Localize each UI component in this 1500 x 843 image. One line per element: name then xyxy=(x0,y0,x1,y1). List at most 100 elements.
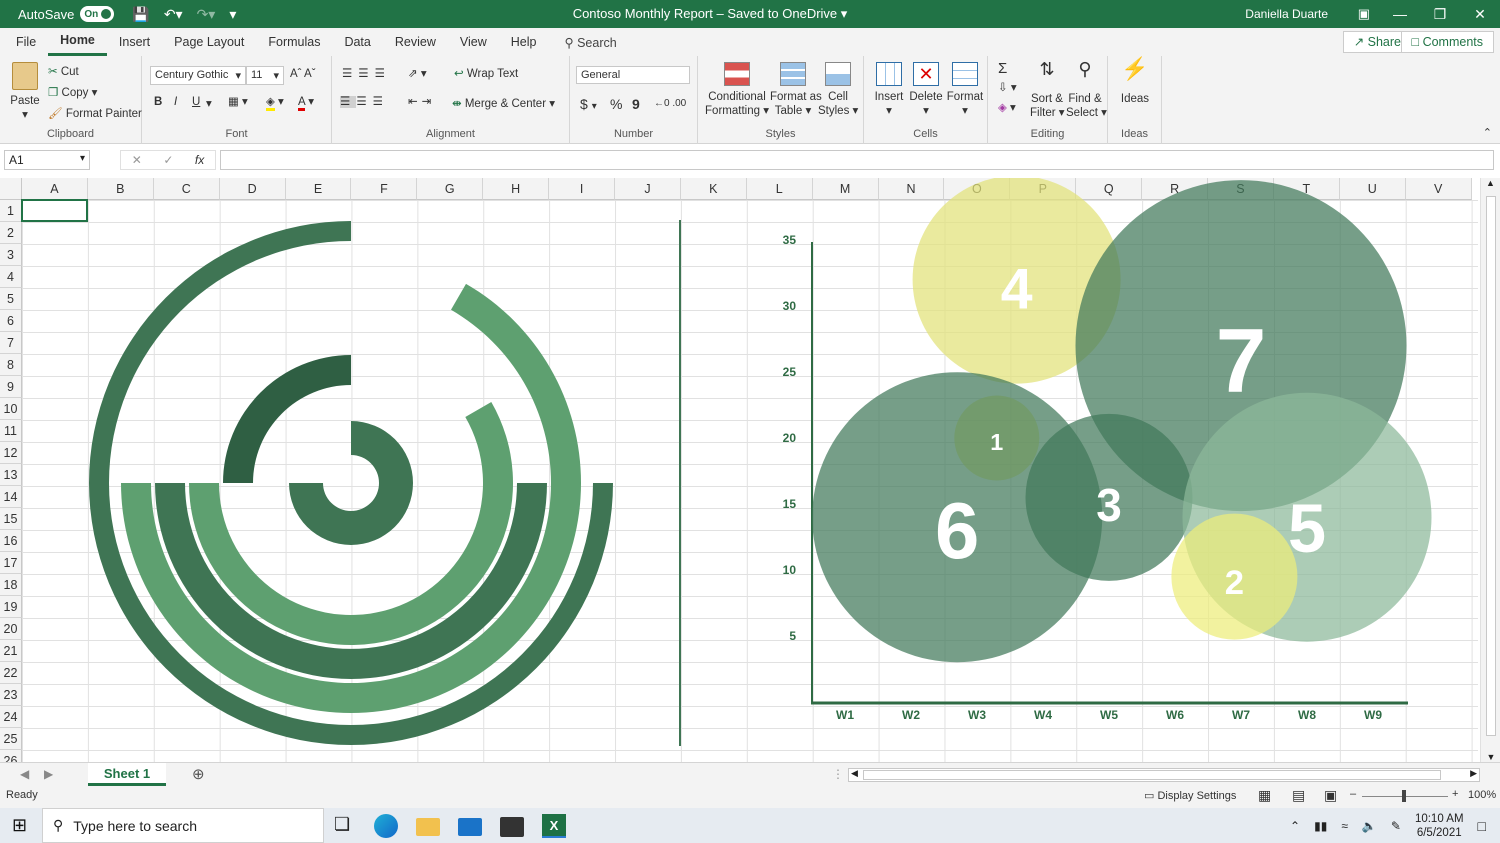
comments-button[interactable]: □ Comments xyxy=(1400,31,1494,53)
cancel-entry-icon[interactable]: ✕ xyxy=(132,153,142,167)
page-break-view-icon[interactable]: ▣ xyxy=(1324,787,1337,804)
undo-icon[interactable]: ↶▾ xyxy=(164,6,183,23)
tell-me-search[interactable]: ⚲ Search xyxy=(564,35,616,50)
tab-file[interactable]: File xyxy=(4,28,48,56)
indent-icons[interactable]: ⇤⇥ xyxy=(408,94,435,108)
ideas-button[interactable]: ⚡ Ideas xyxy=(1114,58,1156,106)
redo-icon[interactable]: ↷▾ xyxy=(197,6,216,23)
wrap-text-button[interactable]: ↩ Wrap Text xyxy=(454,66,518,80)
name-box[interactable]: A1 ▾ xyxy=(4,150,90,170)
currency-button[interactable]: $ ▾ xyxy=(580,96,597,112)
underline-dropdown-icon[interactable]: ▾ xyxy=(206,96,212,110)
restore-icon[interactable]: ❐ xyxy=(1420,0,1460,28)
zoom-level[interactable]: 100% xyxy=(1468,789,1496,801)
fill-icon[interactable]: ⇩ ▾ xyxy=(998,80,1017,94)
volume-icon[interactable]: 🔈 xyxy=(1362,819,1377,833)
sort-filter-button[interactable]: ⇅ Sort & Filter ▾ xyxy=(1030,60,1065,120)
store-icon[interactable] xyxy=(500,817,524,837)
horizontal-scroll-thumb[interactable] xyxy=(863,770,1441,780)
font-family-select[interactable]: Century Gothic ▾ xyxy=(150,66,246,85)
zoom-in-icon[interactable]: + xyxy=(1452,788,1458,800)
orientation-icon[interactable]: ⇗ ▾ xyxy=(408,66,427,80)
edge-icon[interactable] xyxy=(374,814,398,838)
underline-button[interactable]: U xyxy=(192,96,200,108)
clear-icon[interactable]: ◈ ▾ xyxy=(998,100,1016,114)
zoom-slider-thumb[interactable] xyxy=(1402,790,1406,802)
sheet-tab-sheet1[interactable]: Sheet 1 xyxy=(88,763,166,786)
number-format-select[interactable]: General xyxy=(576,66,690,84)
collapse-ribbon-icon[interactable]: ⌃ xyxy=(1483,126,1492,139)
scroll-up-icon[interactable]: ▲ xyxy=(1481,178,1500,188)
autosave-toggle[interactable]: On xyxy=(80,6,115,22)
font-color-icon[interactable]: A ▾ xyxy=(298,94,314,111)
cell-styles-button[interactable]: Cell Styles ▾ xyxy=(818,62,858,118)
pen-icon[interactable]: ✎ xyxy=(1391,819,1401,833)
display-settings-button[interactable]: ▭ Display Settings xyxy=(1144,789,1236,802)
ribbon-display-options-icon[interactable]: ▣ xyxy=(1358,6,1370,22)
insert-function-icon[interactable]: fx xyxy=(195,153,204,167)
customize-toolbar-icon[interactable]: ▾ xyxy=(229,6,236,23)
comma-button[interactable]: 9 xyxy=(632,96,640,112)
format-as-table-button[interactable]: Format as Table ▾ xyxy=(770,62,822,118)
vertical-align-icons[interactable]: ☰☰☰ xyxy=(342,66,391,80)
tab-page-layout[interactable]: Page Layout xyxy=(162,28,256,56)
decimal-icons[interactable]: ←0 .00 xyxy=(654,98,686,109)
grow-font-icon[interactable]: Aˆ Aˇ xyxy=(290,68,316,80)
horizontal-align-icons[interactable]: ☰☰☰ xyxy=(340,94,389,108)
scroll-left-icon[interactable]: ◀ xyxy=(851,768,858,779)
save-icon[interactable]: 💾 xyxy=(132,6,149,23)
delete-cells-button[interactable]: ✕ Delete ▾ xyxy=(908,62,944,118)
windows-start-icon[interactable]: ⊞ xyxy=(12,815,27,836)
confirm-entry-icon[interactable]: ✓ xyxy=(163,153,173,167)
font-size-select[interactable]: 11 ▾ xyxy=(246,66,284,85)
tab-data[interactable]: Data xyxy=(332,28,382,56)
italic-button[interactable]: I xyxy=(174,96,177,108)
next-sheet-icon[interactable]: ▶ xyxy=(44,767,53,781)
tab-home[interactable]: Home xyxy=(48,28,107,56)
mail-icon[interactable] xyxy=(458,818,482,836)
splitter-icon[interactable]: ⋮ xyxy=(832,767,844,781)
find-select-button[interactable]: ⚲ Find & Select ▾ xyxy=(1066,60,1107,120)
normal-view-icon[interactable]: ▦ xyxy=(1258,787,1271,804)
file-explorer-icon[interactable] xyxy=(416,818,440,836)
fill-color-icon[interactable]: ◈ ▾ xyxy=(266,94,284,111)
merge-center-button[interactable]: ⇼ Merge & Center ▾ xyxy=(452,96,555,110)
battery-icon[interactable]: ▮▮ xyxy=(1314,819,1327,833)
vertical-scroll-thumb[interactable] xyxy=(1486,196,1496,736)
format-cells-button[interactable]: Format ▾ xyxy=(946,62,984,118)
wifi-icon[interactable]: ≈ xyxy=(1341,819,1348,833)
minimize-icon[interactable]: — xyxy=(1380,0,1420,28)
taskbar-search[interactable]: ⚲ Type here to search xyxy=(42,808,324,843)
format-painter-button[interactable]: 🖌 Format Painter xyxy=(48,106,142,120)
insert-cells-button[interactable]: Insert ▾ xyxy=(872,62,906,118)
notifications-icon[interactable]: □ xyxy=(1478,818,1486,834)
formula-input[interactable] xyxy=(220,150,1494,170)
excel-icon[interactable]: X xyxy=(542,814,566,838)
page-layout-view-icon[interactable]: ▤ xyxy=(1292,787,1305,804)
close-icon[interactable]: ✕ xyxy=(1460,0,1500,28)
clock[interactable]: 10:10 AM 6/5/2021 xyxy=(1415,812,1464,840)
tab-help[interactable]: Help xyxy=(499,28,549,56)
cut-button[interactable]: ✂ Cut xyxy=(48,64,79,78)
task-view-icon[interactable]: ❏ xyxy=(334,814,358,838)
autosum-icon[interactable]: Σ xyxy=(998,60,1007,77)
scroll-down-icon[interactable]: ▼ xyxy=(1481,752,1500,762)
prev-sheet-icon[interactable]: ◀ xyxy=(20,767,29,781)
vertical-scrollbar[interactable]: ▲ ▼ xyxy=(1480,178,1500,762)
show-hidden-icons[interactable]: ⌃ xyxy=(1290,819,1300,833)
add-sheet-icon[interactable]: ⊕ xyxy=(192,765,205,783)
bold-button[interactable]: B xyxy=(154,96,162,108)
tab-view[interactable]: View xyxy=(448,28,499,56)
tab-formulas[interactable]: Formulas xyxy=(256,28,332,56)
autosave[interactable]: AutoSave On xyxy=(18,6,115,22)
paste-button[interactable]: Paste ▾ xyxy=(8,62,42,122)
user-name[interactable]: Daniella Duarte xyxy=(1245,7,1328,21)
percent-button[interactable]: % xyxy=(610,96,622,112)
horizontal-scrollbar[interactable]: ◀ ▶ xyxy=(848,768,1480,782)
tab-review[interactable]: Review xyxy=(383,28,448,56)
borders-icon[interactable]: ▦ ▾ xyxy=(228,94,248,108)
zoom-out-icon[interactable]: – xyxy=(1350,788,1356,800)
copy-button[interactable]: ❐ Copy ▾ xyxy=(48,85,97,99)
conditional-formatting-button[interactable]: Conditional Formatting ▾ xyxy=(704,62,770,118)
tab-insert[interactable]: Insert xyxy=(107,28,162,56)
